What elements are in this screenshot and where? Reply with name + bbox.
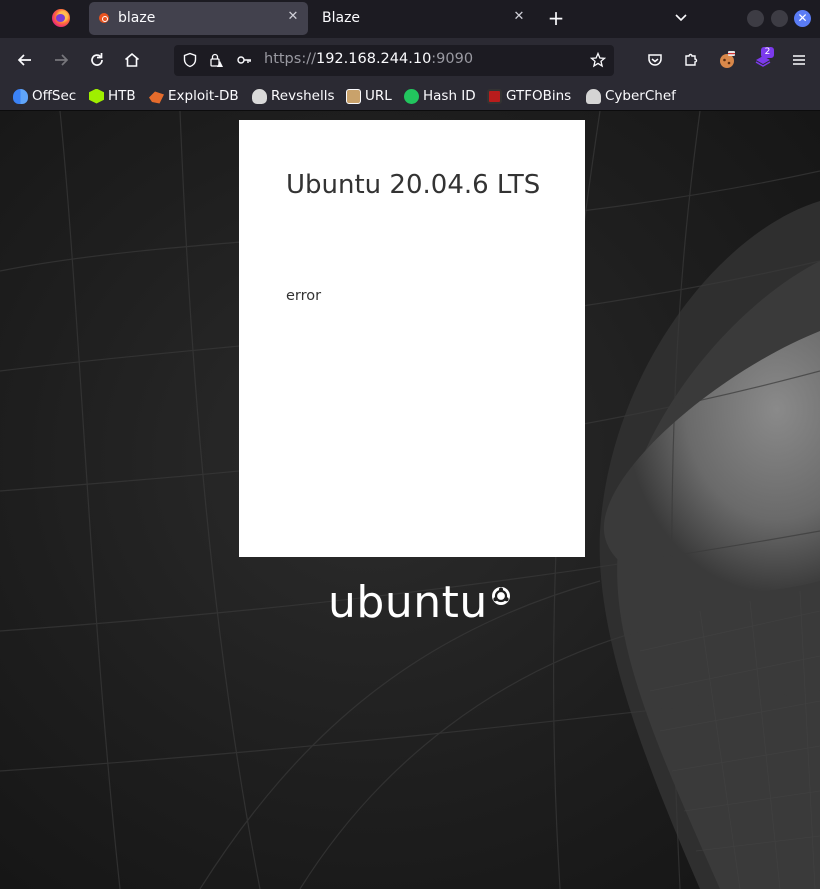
close-window-button[interactable]: ✕ [794, 10, 811, 27]
cyberchef-icon [586, 88, 601, 104]
tab-blaze-inactive[interactable]: Blaze ✕ [312, 2, 534, 35]
url-bar[interactable]: https://192.168.244.10:9090 [174, 45, 614, 76]
skull-icon [252, 88, 267, 104]
bookmark-gtfobins[interactable]: GTFOBins [487, 87, 571, 105]
star-bookmark-icon[interactable] [590, 52, 606, 68]
bookmark-hashid[interactable]: Hash ID [404, 87, 476, 105]
extension-badge: 2 [761, 47, 774, 58]
bookmark-cyberchef[interactable]: CyberChef [586, 87, 676, 105]
bookmark-exploitdb[interactable]: Exploit-DB [149, 87, 239, 105]
exploitdb-icon [149, 91, 164, 104]
bookmarks-bar: OffSec HTB Exploit-DB Revshells URL Hash… [0, 82, 820, 111]
close-icon[interactable]: ✕ [286, 10, 300, 24]
login-title: Ubuntu 20.04.6 LTS [286, 170, 541, 200]
firefox-icon[interactable] [52, 9, 70, 27]
hamburger-menu-icon[interactable] [790, 51, 808, 69]
minimize-button[interactable] [747, 10, 764, 27]
close-icon[interactable]: ✕ [512, 10, 526, 24]
bookmark-offsec[interactable]: OffSec [13, 87, 76, 105]
shield-icon[interactable] [182, 52, 198, 68]
lock-warning-icon[interactable] [208, 52, 224, 68]
ubuntu-brand-logo: ubuntu [328, 581, 512, 629]
new-tab-button[interactable]: + [546, 8, 566, 28]
maximize-button[interactable] [771, 10, 788, 27]
hashid-icon [404, 88, 419, 104]
bookmark-url[interactable]: URL [346, 87, 392, 105]
gtfobins-icon [487, 88, 502, 104]
ubuntu-favicon-icon [99, 13, 109, 23]
extensions-puzzle-icon[interactable] [682, 51, 700, 69]
cookie-extension-icon[interactable] [718, 51, 736, 69]
ubuntu-wordmark: ubuntu [328, 577, 488, 628]
pocket-icon[interactable] [646, 51, 664, 69]
circle-of-friends-icon [491, 587, 510, 605]
tab-title: Blaze [322, 10, 361, 26]
tab-title: blaze [118, 10, 156, 26]
url-text[interactable]: https://192.168.244.10:9090 [264, 51, 473, 67]
bookmark-htb[interactable]: HTB [89, 87, 136, 105]
htb-icon [89, 88, 104, 104]
tab-strip: blaze ✕ Blaze ✕ + ✕ [0, 0, 820, 38]
offsec-icon [13, 88, 28, 104]
login-card: Ubuntu 20.04.6 LTS error [239, 120, 585, 557]
back-arrow-icon[interactable] [15, 50, 35, 70]
error-message: error [286, 288, 322, 304]
chevron-down-icon[interactable] [673, 10, 689, 26]
forward-arrow-icon[interactable] [51, 50, 71, 70]
page-content: Ubuntu 20.04.6 LTS error ubuntu [0, 111, 820, 889]
home-icon[interactable] [122, 50, 142, 70]
key-icon[interactable] [236, 52, 252, 68]
reload-icon[interactable] [87, 50, 107, 70]
bookmark-revshells[interactable]: Revshells [252, 87, 335, 105]
navigation-bar: https://192.168.244.10:9090 2 [0, 38, 820, 82]
tab-blaze-active[interactable]: blaze ✕ [89, 2, 308, 35]
url-icon [346, 88, 361, 104]
